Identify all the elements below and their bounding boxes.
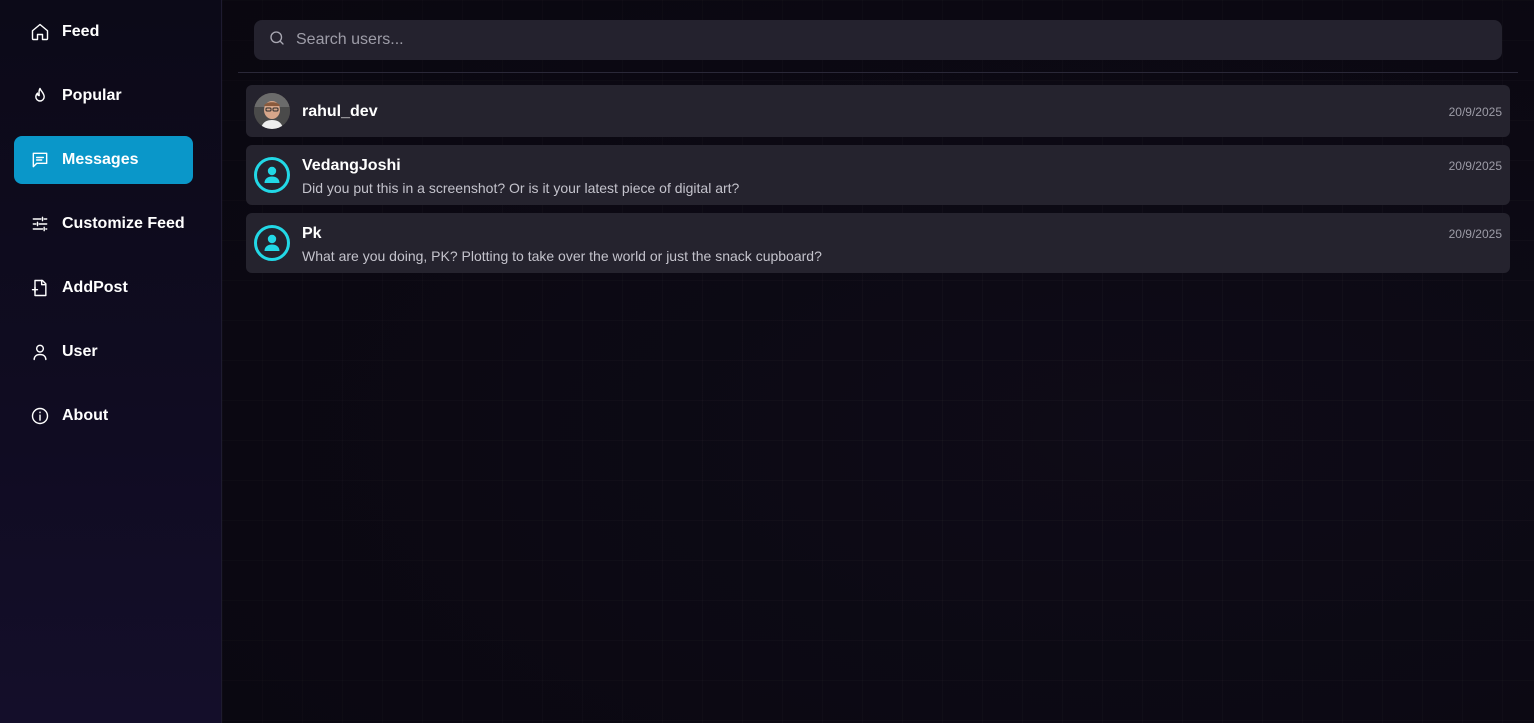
search-input[interactable] (296, 21, 1476, 59)
sidebar-item-label: User (62, 343, 98, 360)
sidebar-item-about[interactable]: About (14, 392, 193, 440)
search-box[interactable] (254, 20, 1502, 60)
conversation-preview: Did you put this in a screenshot? Or is … (302, 180, 740, 196)
sidebar-item-messages[interactable]: Messages (14, 136, 193, 184)
conversation-item[interactable]: Pk What are you doing, PK? Plotting to t… (246, 213, 1510, 273)
sidebar-item-label: Messages (62, 151, 139, 168)
sidebar-item-addpost[interactable]: AddPost (14, 264, 193, 312)
default-user-icon (254, 225, 290, 261)
message-icon (30, 150, 50, 170)
sliders-icon (30, 214, 50, 234)
search-icon (268, 29, 286, 52)
conversation-name: Pk (302, 225, 322, 242)
conversation-time: 20/9/2025 (1448, 227, 1502, 241)
home-icon (30, 22, 50, 42)
conversation-name: VedangJoshi (302, 157, 401, 174)
sidebar-item-label: AddPost (62, 279, 128, 296)
search-bar-area (238, 0, 1518, 73)
sidebar-item-customize-feed[interactable]: Customize Feed (14, 200, 193, 248)
conversation-item[interactable]: rahul_dev 20/9/2025 (246, 85, 1510, 137)
sidebar-item-user[interactable]: User (14, 328, 193, 376)
avatar (254, 93, 290, 129)
conversation-item[interactable]: VedangJoshi Did you put this in a screen… (246, 145, 1510, 205)
sidebar-item-label: Popular (62, 87, 122, 104)
sidebar-item-popular[interactable]: Popular (14, 72, 193, 120)
sidebar-item-label: Customize Feed (62, 215, 185, 232)
sidebar-item-label: Feed (62, 23, 100, 40)
sidebar-item-label: About (62, 407, 109, 424)
messages-panel: rahul_dev 20/9/2025 VedangJoshi Did you … (222, 0, 1534, 723)
conversation-preview: What are you doing, PK? Plotting to take… (302, 248, 822, 264)
default-user-icon (254, 157, 290, 193)
sidebar-item-feed[interactable]: Feed (14, 8, 193, 56)
app-root: Feed Popular Messages Customize Feed Add (0, 0, 1534, 723)
conversation-time: 20/9/2025 (1448, 159, 1502, 173)
conversation-name: rahul_dev (302, 103, 378, 120)
info-icon (30, 406, 50, 426)
flame-icon (30, 86, 50, 106)
user-icon (30, 342, 50, 362)
sidebar: Feed Popular Messages Customize Feed Add (0, 0, 222, 723)
file-plus-icon (30, 278, 50, 298)
conversation-time: 20/9/2025 (1448, 105, 1502, 119)
